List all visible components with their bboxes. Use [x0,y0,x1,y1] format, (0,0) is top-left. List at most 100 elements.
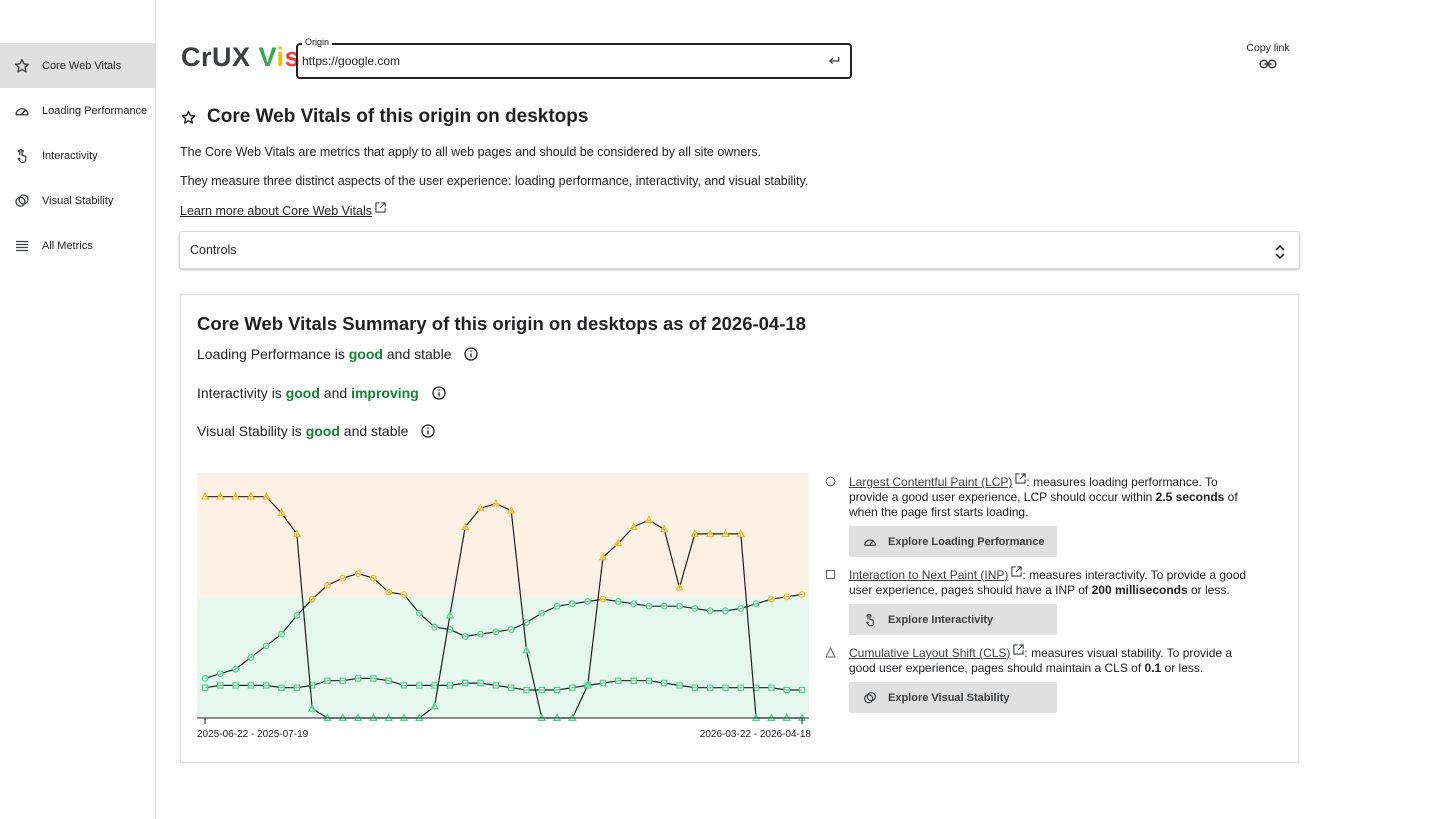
data-point-circle [538,609,546,617]
sidebar-item-visual-stability[interactable]: Visual Stability [0,178,155,223]
data-point-square [339,677,346,684]
sidebar: Core Web Vitals Loading Performance Inte… [0,0,156,819]
sidebar-item-core-web-vitals[interactable]: Core Web Vitals [0,43,155,88]
data-point-square [630,677,637,684]
external-link-icon [1015,473,1027,484]
data-point-circle [216,670,224,678]
star-icon [181,110,196,124]
square-marker-icon [826,570,835,579]
button-label: Explore Loading Performance [888,535,1045,548]
info-icon[interactable] [463,346,479,362]
lcp-link[interactable]: Largest Contentful Paint (LCP) [849,473,1027,489]
data-point-circle [523,619,530,626]
good-band [197,597,809,718]
list-icon [13,237,31,255]
data-point-square [737,684,744,691]
intro-paragraph-1: The Core Web Vitals are metrics that app… [180,145,762,159]
data-point-circle [247,654,255,661]
cls-link[interactable]: Cumulative Layout Shift (CLS) [849,644,1025,660]
button-label: Explore Visual Stability [888,691,1010,704]
explore-visual-stability-button[interactable]: Explore Visual Stability [849,682,1057,713]
origin-input[interactable] [302,51,812,71]
copy-link-label: Copy link [1246,42,1290,54]
data-point-square [324,677,331,684]
inp-link[interactable]: Interaction to Next Paint (INP) [849,566,1023,582]
data-point-circle [324,581,331,589]
external-link-icon [1013,644,1025,655]
data-point-square [523,686,530,694]
explore-interactivity-button[interactable]: Explore Interactivity [849,604,1057,635]
cls-link-text: Cumulative Layout Shift (CLS) [849,646,1011,660]
star-icon [13,57,31,75]
sidebar-list: Core Web Vitals Loading Performance Inte… [0,43,155,268]
data-point-square [446,682,454,689]
data-point-square [507,684,515,691]
speedometer-icon [13,102,31,120]
data-point-circle [599,595,607,603]
data-point-circle [752,600,760,608]
enter-icon[interactable] [826,53,842,69]
lcp-threshold: 2.5 seconds [1155,490,1225,504]
sidebar-item-all-metrics[interactable]: All Metrics [0,223,155,268]
status-assessment: good [285,385,320,401]
cwv-trend-chart: 2025-06-22 - 2025-07-19 2026-03-22 - 202… [197,473,811,739]
data-point-circle [278,630,285,638]
data-point-square [706,684,714,691]
data-point-circle [293,612,301,619]
data-point-circle [477,630,484,638]
metric-cls: Cumulative Layout Shift (CLS): measures … [825,644,1257,676]
data-point-circle [568,600,576,608]
data-point-circle [584,598,592,605]
overlapping-circles-icon [13,192,31,210]
data-point-circle [201,674,209,682]
data-point-square [783,686,790,694]
data-point-square [492,682,500,689]
info-icon[interactable] [420,423,436,439]
origin-field: Origin [296,37,852,79]
x-tick-label-first: 2025-06-22 - 2025-07-19 [197,729,309,739]
sidebar-item-label: Visual Stability [42,194,114,207]
metric-inp: Interaction to Next Paint (INP): measure… [826,566,1257,598]
info-icon[interactable] [431,385,447,401]
data-point-square [462,679,469,687]
data-point-square [798,686,806,694]
data-point-square [247,682,255,689]
status-text: and [319,385,352,401]
app-logo: CrUX Vis [181,42,300,73]
data-point-square [354,675,362,682]
data-point-circle [798,591,806,598]
data-point-square [722,684,729,691]
status-text: Visual Stability is [197,423,306,439]
lcp-link-text: Largest Contentful Paint (LCP) [849,475,1013,489]
sidebar-item-interactivity[interactable]: Interactivity [0,133,155,178]
learn-more-link[interactable]: Learn more about Core Web Vitals [180,202,386,218]
page-title: Core Web Vitals of this origin on deskto… [207,106,589,127]
circle-marker-icon [825,476,836,487]
data-point-circle [767,595,775,603]
origin-label: Origin [302,37,333,47]
needs-improvement-band [197,473,809,597]
sidebar-item-loading-performance[interactable]: Loading Performance [0,88,155,133]
sidebar-item-label: Interactivity [42,149,98,162]
status-visual-stability: Visual Stability is good and stable [197,423,436,439]
explore-loading-performance-button[interactable]: Explore Loading Performance [849,526,1057,557]
touch-hand-icon [13,147,31,165]
status-text: Loading Performance is [197,346,349,362]
triangle-marker-icon [825,647,836,658]
data-point-circle [354,570,362,577]
data-point-square [691,684,699,691]
copy-link-button[interactable]: Copy link [1238,42,1298,70]
data-point-square [293,684,301,691]
data-point-circle [722,607,729,615]
summary-card: Core Web Vitals Summary of this origin o… [180,294,1299,763]
controls-expander[interactable]: Controls [179,231,1300,269]
status-assessment: good [348,346,383,362]
data-point-circle [783,593,791,601]
data-point-circle [308,595,316,603]
data-point-circle [737,605,745,612]
data-point-circle [507,626,515,633]
data-point-circle [706,607,714,615]
page-heading: Core Web Vitals of this origin on deskto… [180,106,588,128]
data-point-square [400,682,408,689]
inp-desc-end: or less. [1187,583,1230,597]
